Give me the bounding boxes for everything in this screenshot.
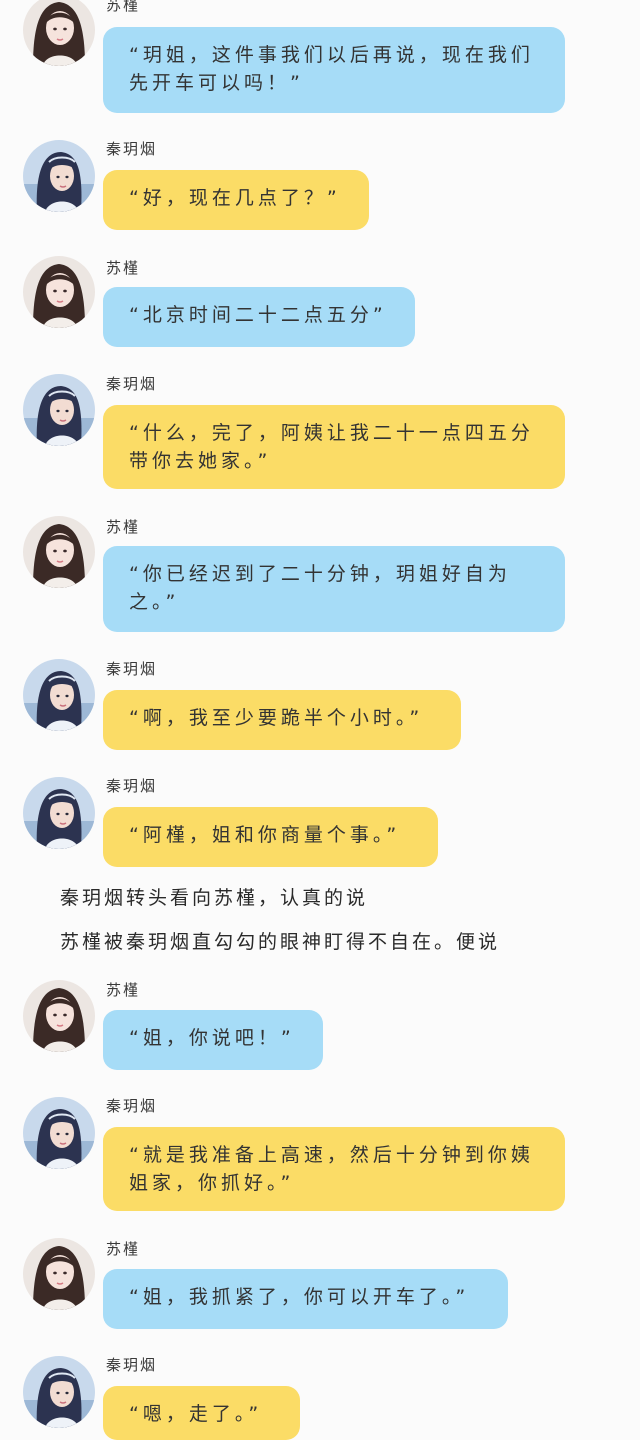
avatar[interactable]: [23, 374, 95, 446]
message-bubble[interactable]: “好，现在几点了？”: [103, 170, 369, 230]
avatar[interactable]: [23, 140, 95, 212]
avatar[interactable]: [23, 1238, 95, 1310]
avatar[interactable]: [23, 777, 95, 849]
avatar[interactable]: [23, 1356, 95, 1428]
sender-name: 秦玥烟: [106, 375, 158, 393]
narration-text: 苏槿被秦玥烟直勾勾的眼神盯得不自在。便说: [60, 931, 501, 953]
message-bubble[interactable]: “啊，我至少要跪半个小时。”: [103, 690, 461, 750]
message-bubble[interactable]: “阿槿，姐和你商量个事。”: [103, 807, 438, 867]
sender-name: 秦玥烟: [106, 777, 158, 795]
avatar[interactable]: [23, 0, 95, 66]
sender-name: 苏槿: [106, 1240, 141, 1258]
message-bubble[interactable]: “什么，完了，阿姨让我二十一点四五分带你去她家。”: [103, 405, 565, 489]
avatar[interactable]: [23, 516, 95, 588]
avatar[interactable]: [23, 256, 95, 328]
sender-name: 苏槿: [106, 981, 141, 999]
message-bubble[interactable]: “嗯，走了。”: [103, 1386, 300, 1440]
sender-name: 秦玥烟: [106, 1356, 158, 1374]
message-bubble[interactable]: “姐，我抓紧了，你可以开车了。”: [103, 1269, 508, 1329]
message-bubble[interactable]: “北京时间二十二点五分”: [103, 287, 415, 347]
message-bubble[interactable]: “姐，你说吧！”: [103, 1010, 323, 1070]
avatar[interactable]: [23, 980, 95, 1052]
avatar[interactable]: [23, 1097, 95, 1169]
sender-name: 秦玥烟: [106, 1097, 158, 1115]
sender-name: 苏槿: [106, 0, 141, 14]
sender-name: 秦玥烟: [106, 660, 158, 678]
avatar[interactable]: [23, 659, 95, 731]
sender-name: 秦玥烟: [106, 140, 158, 158]
sender-name: 苏槿: [106, 259, 141, 277]
message-bubble[interactable]: “就是我准备上高速，然后十分钟到你姨姐家，你抓好。”: [103, 1127, 565, 1211]
sender-name: 苏槿: [106, 518, 141, 536]
narration-text: 秦玥烟转头看向苏槿，认真的说: [60, 887, 369, 909]
message-bubble[interactable]: “玥姐，这件事我们以后再说，现在我们先开车可以吗！”: [103, 27, 565, 113]
message-bubble[interactable]: “你已经迟到了二十分钟，玥姐好自为之。”: [103, 546, 565, 632]
